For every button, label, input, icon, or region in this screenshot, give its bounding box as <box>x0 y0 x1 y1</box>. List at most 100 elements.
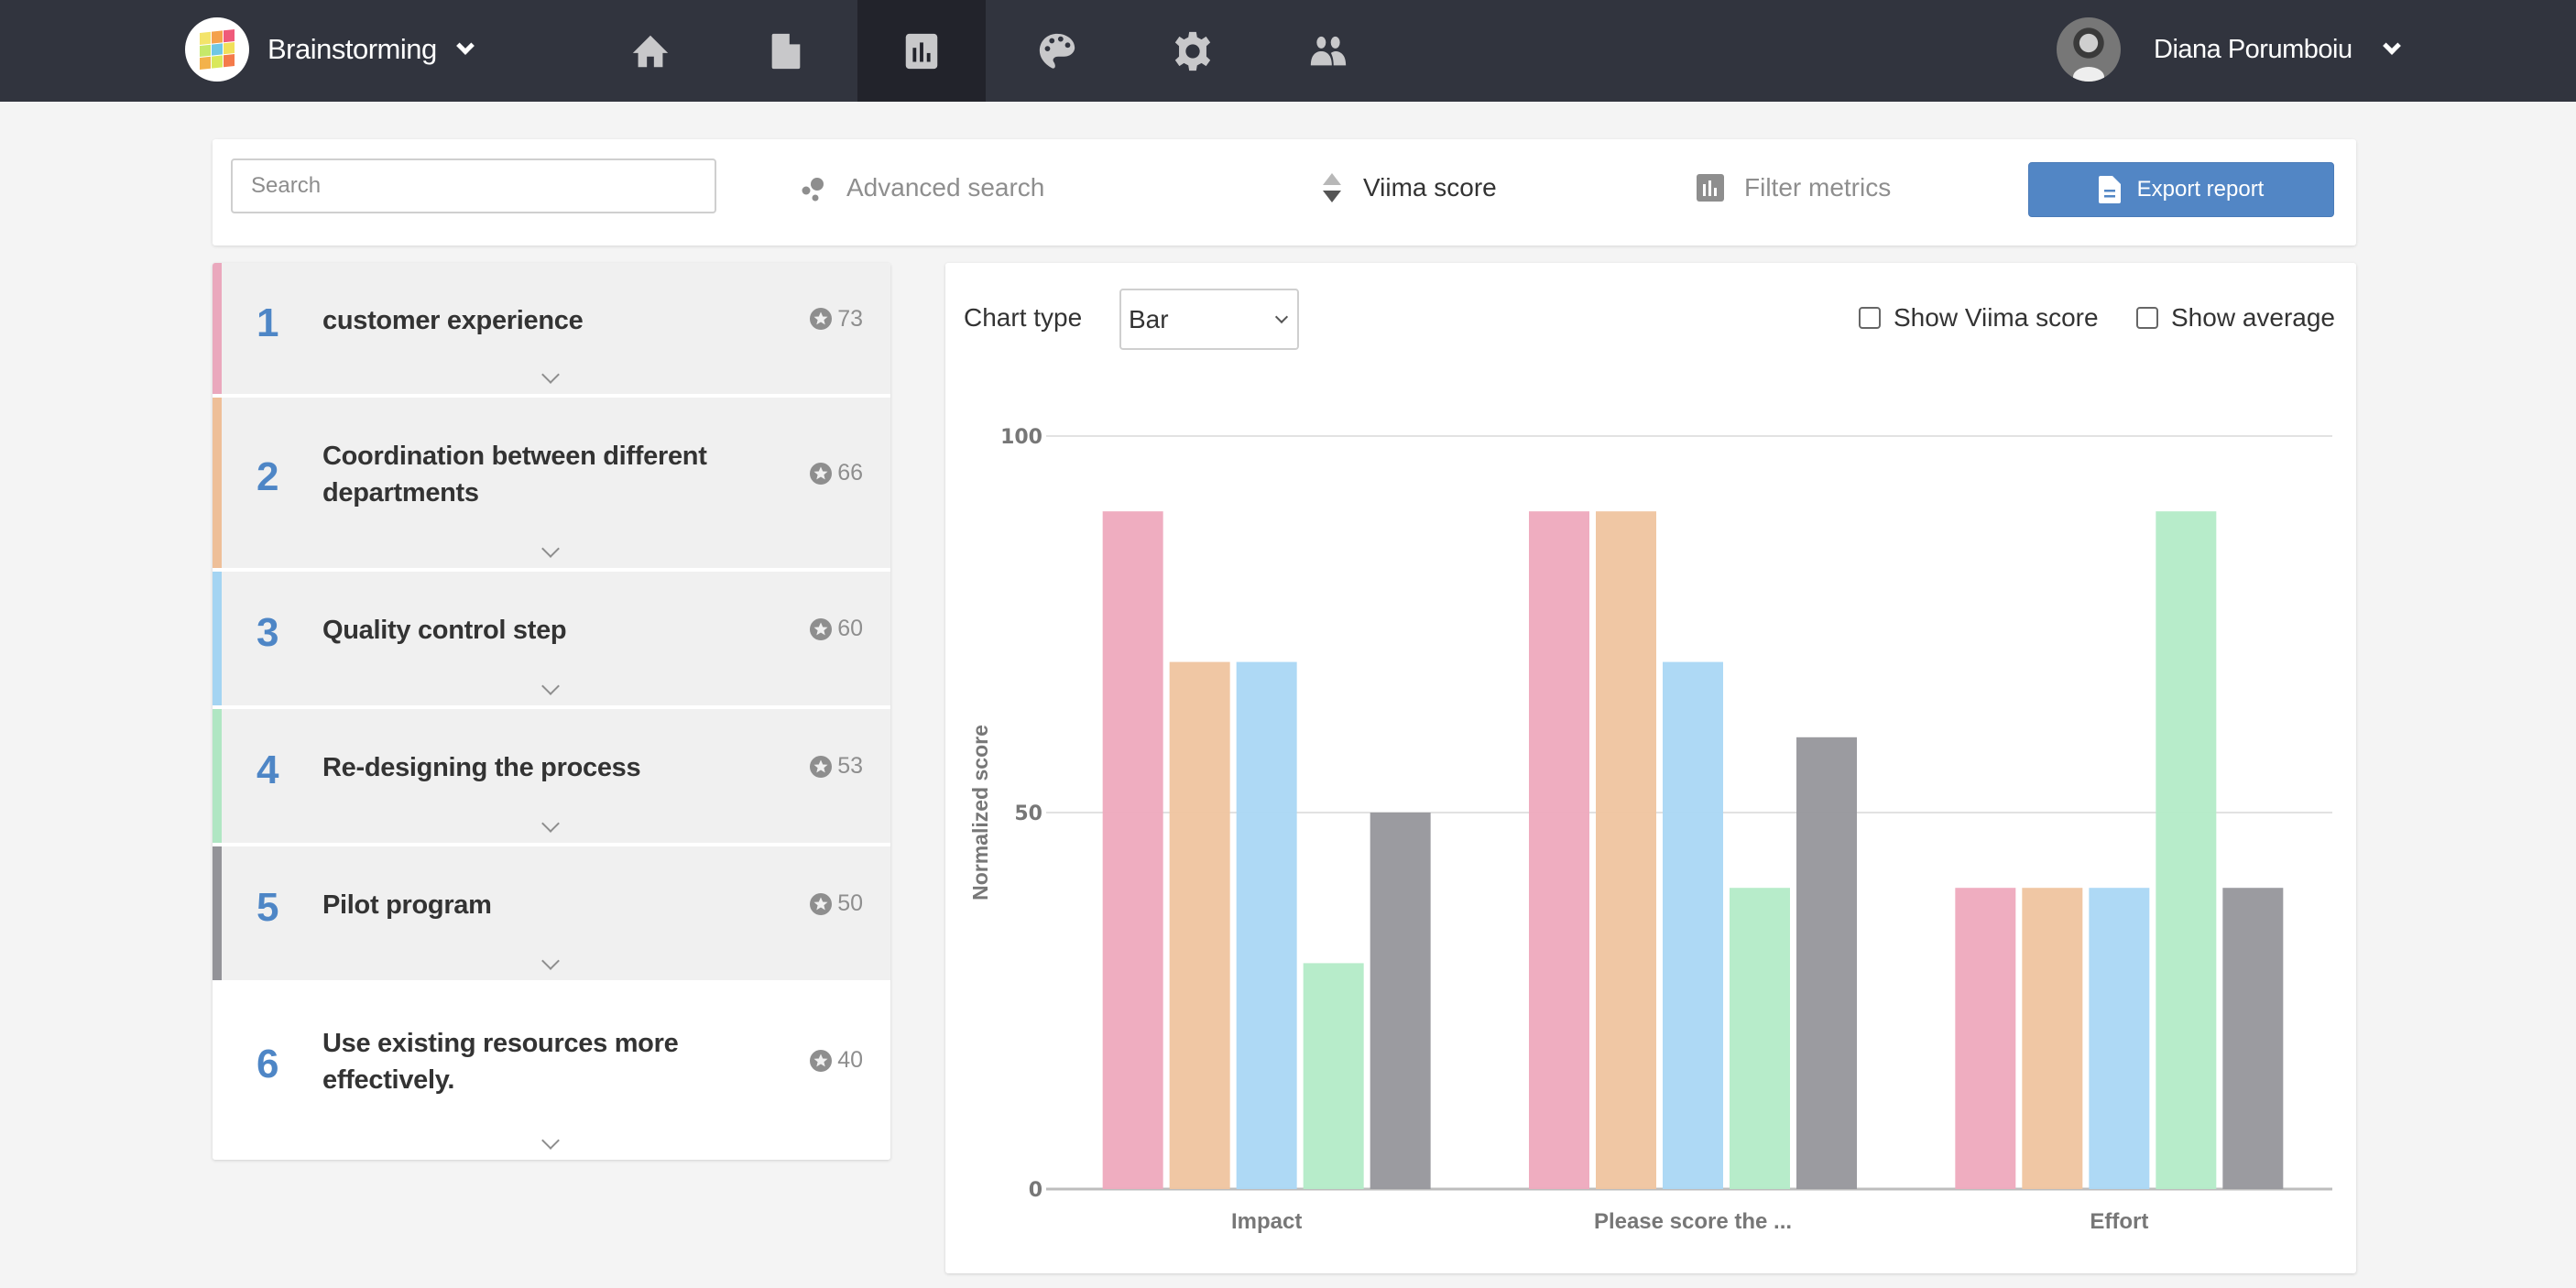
idea-color-stripe <box>213 263 222 394</box>
workspace-logo <box>185 17 249 82</box>
y-axis-label: Normalized score <box>968 725 992 901</box>
y-tick-label: 0 <box>1029 1179 1042 1202</box>
expand-chevron-icon[interactable] <box>541 1131 560 1150</box>
palette-icon <box>1039 33 1075 69</box>
idea-score: 50 <box>810 890 863 917</box>
nav-appearance[interactable] <box>993 0 1121 102</box>
idea-rank: 4 <box>257 748 279 792</box>
gear-icon <box>1174 31 1211 71</box>
idea-score-value: 40 <box>837 1047 863 1073</box>
home-icon <box>632 35 669 67</box>
star-icon <box>810 462 833 485</box>
idea-score-value: 53 <box>837 753 863 779</box>
bar <box>1730 888 1790 1189</box>
main-nav <box>586 0 1400 102</box>
bar <box>1529 511 1589 1189</box>
document-icon <box>771 33 801 69</box>
filter-metrics-label: Filter metrics <box>1744 173 1892 202</box>
expand-chevron-icon[interactable] <box>541 366 560 384</box>
user-name: Diana Porumboiu <box>2154 34 2352 64</box>
idea-title: Coordination between different departmen… <box>322 442 707 508</box>
nav-settings[interactable] <box>1129 0 1257 102</box>
star-icon <box>810 308 833 330</box>
idea-list-item[interactable]: 5 Pilot program 50 <box>213 846 890 984</box>
idea-list-item[interactable]: 1 customer experience 73 <box>213 263 890 398</box>
idea-color-stripe <box>213 709 222 843</box>
idea-color-stripe <box>213 572 222 705</box>
sort-viima-score-button[interactable]: Viima score <box>1321 165 1497 211</box>
idea-list-item[interactable]: 6 Use existing resources more effectively… <box>213 984 890 1160</box>
y-tick-label: 100 <box>1000 426 1042 449</box>
bar <box>2089 888 2150 1189</box>
idea-score: 66 <box>810 460 863 486</box>
idea-title: Quality control step <box>322 616 567 645</box>
idea-list-item[interactable]: 3 Quality control step 60 <box>213 572 890 709</box>
nav-reports[interactable] <box>857 0 986 102</box>
advanced-search-icon <box>799 174 826 202</box>
idea-score: 60 <box>810 616 863 642</box>
x-tick-label: Effort <box>2090 1209 2148 1234</box>
advanced-search-button[interactable]: Advanced search <box>799 165 1044 211</box>
bar <box>1663 661 1723 1189</box>
x-tick-label: Please score the ... <box>1594 1209 1792 1234</box>
bar <box>1102 511 1163 1189</box>
expand-chevron-icon[interactable] <box>541 952 560 970</box>
bar <box>2022 888 2083 1189</box>
rubiks-cube-icon <box>200 29 235 70</box>
idea-list-item[interactable]: 2 Coordination between different departme… <box>213 398 890 572</box>
star-icon <box>810 617 833 640</box>
expand-chevron-icon[interactable] <box>541 814 560 833</box>
bar <box>1796 737 1857 1189</box>
idea-rank: 3 <box>257 610 279 655</box>
idea-title: Pilot program <box>322 890 492 920</box>
export-report-label: Export report <box>2136 177 2265 202</box>
y-tick-label: 50 <box>1014 802 1042 825</box>
idea-title: Use existing resources more effectively. <box>322 1029 679 1095</box>
nav-documents[interactable] <box>722 0 850 102</box>
bar <box>1596 511 1656 1189</box>
workspace-name: Brainstorming <box>267 33 437 65</box>
search-input[interactable] <box>231 158 716 213</box>
idea-list: 1 customer experience 73 2 Coordination betw… <box>213 263 890 1160</box>
idea-score-value: 66 <box>837 460 863 486</box>
idea-title: customer experience <box>322 305 584 335</box>
expand-chevron-icon[interactable] <box>541 677 560 695</box>
star-icon <box>810 755 833 778</box>
nav-users[interactable] <box>1264 0 1392 102</box>
idea-rank: 6 <box>257 1042 279 1086</box>
expand-chevron-icon[interactable] <box>541 540 560 558</box>
sort-label: Viima score <box>1363 173 1497 202</box>
idea-rank: 2 <box>257 454 279 499</box>
star-icon <box>810 1049 833 1072</box>
user-menu[interactable]: Diana Porumboiu <box>2057 16 2401 82</box>
bar-chart-icon <box>1697 174 1724 202</box>
idea-score-value: 60 <box>837 616 863 641</box>
bar <box>2222 888 2284 1189</box>
bar <box>1370 813 1431 1189</box>
idea-list-item[interactable]: 4 Re-designing the process 53 <box>213 709 890 846</box>
idea-score: 73 <box>810 306 863 333</box>
sort-icon <box>1321 171 1343 204</box>
idea-score-value: 50 <box>837 890 863 916</box>
bar <box>1169 661 1230 1189</box>
bar <box>2156 511 2217 1189</box>
top-navbar: Brainstorming Diana Porumboiu <box>0 0 2576 102</box>
filter-toolbar: Advanced search Viima score Filter metri… <box>213 139 2356 246</box>
workspace-switcher[interactable]: Brainstorming <box>185 16 475 82</box>
export-report-button[interactable]: Export report <box>2028 162 2334 217</box>
bar <box>1236 661 1297 1189</box>
advanced-search-label: Advanced search <box>846 173 1045 202</box>
idea-rank: 5 <box>257 885 279 930</box>
idea-score: 40 <box>810 1047 863 1074</box>
users-icon <box>1310 36 1347 65</box>
filter-metrics-button[interactable]: Filter metrics <box>1697 165 1891 211</box>
idea-color-stripe <box>213 398 222 568</box>
chart-icon <box>905 33 938 69</box>
idea-score-value: 73 <box>837 305 863 332</box>
idea-rank: 1 <box>257 300 279 345</box>
nav-home[interactable] <box>586 0 715 102</box>
idea-score: 53 <box>810 753 863 780</box>
star-icon <box>810 892 833 915</box>
idea-color-stripe <box>213 846 222 980</box>
bar <box>1303 963 1364 1189</box>
